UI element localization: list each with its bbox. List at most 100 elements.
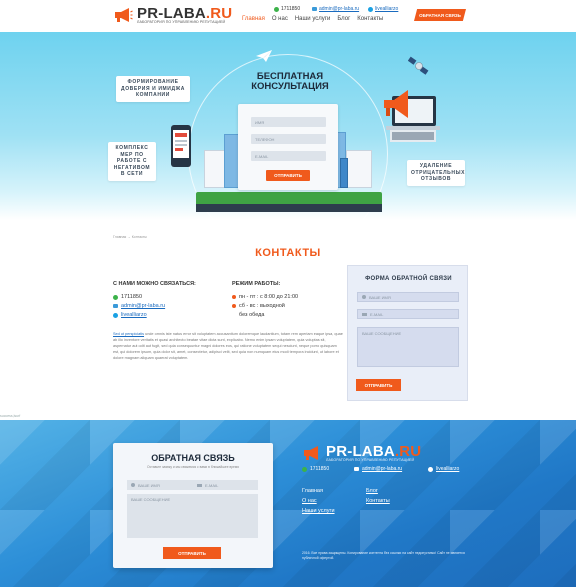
building <box>346 150 372 188</box>
hero-name-input[interactable]: ИМЯ <box>251 117 326 127</box>
mail-icon <box>113 304 118 308</box>
nav-about[interactable]: О нас <box>272 16 288 22</box>
footer-form-title: ОБРАТНАЯ СВЯЗЬ <box>151 453 235 463</box>
header-email-link[interactable]: admin@pr-laba.ru <box>319 6 359 12</box>
hours-weekend-text: сб - вс : выходной <box>239 303 285 309</box>
hours-lunch-text: без обеда <box>239 312 265 318</box>
footer-phone-text: 1711850 <box>310 466 330 472</box>
header-phone: 1711850 <box>274 6 300 12</box>
footer-skype[interactable]: livealliarzo <box>428 466 459 472</box>
feedback-submit-button[interactable]: ОТПРАВИТЬ <box>356 379 401 391</box>
nav-contacts[interactable]: Контакты <box>357 16 383 22</box>
paper-plane-icon <box>256 50 272 62</box>
hours-weekdays-text: пн - пт : с 8:00 до 21:00 <box>239 294 299 300</box>
skype-icon <box>428 466 433 472</box>
footer-form-subtitle: Оставьте заявку и мы свяжемся с вами в б… <box>147 465 239 469</box>
hero-road <box>196 204 382 212</box>
bubble-negative-work: КОМПЛЕКС МЕР ПО РАБОТЕ С НЕГАТИВОМ В СЕТ… <box>108 142 156 181</box>
footer-nav-services[interactable]: Наши услуги <box>302 508 335 514</box>
phone-icon <box>113 294 118 300</box>
satellite-icon <box>408 56 429 75</box>
mail-icon <box>312 7 317 11</box>
bubble-trust-image: ФОРМИРОВАНИЕ ДОВЕРИЯ И ИМИДЖА КОМПАНИИ <box>116 76 190 102</box>
site-footer <box>0 420 576 587</box>
contact-email-link[interactable]: admin@pr-laba.ru <box>121 303 165 309</box>
phone-icon <box>302 466 307 472</box>
mail-icon <box>197 483 202 487</box>
footer-skype-link[interactable]: livealliarzo <box>436 466 459 472</box>
header-email[interactable]: admin@pr-laba.ru <box>312 6 359 12</box>
bullet-icon <box>232 295 236 299</box>
bullet-icon <box>232 304 236 308</box>
nav-blog[interactable]: Блог <box>337 16 350 22</box>
feedback-email-input[interactable]: E-MAIL <box>357 309 459 319</box>
hero-title: БЕСПЛАТНАЯ КОНСУЛЬТАЦИЯ <box>251 71 329 92</box>
footer-message-input[interactable]: ВАШЕ СООБЩЕНИЕ <box>127 494 258 538</box>
hero-banner: БЕСПЛАТНАЯ КОНСУЛЬТАЦИЯ ФОРМИРОВАНИЕ ДОВ… <box>0 32 576 220</box>
skype-icon <box>113 312 118 318</box>
smartphone-icon <box>171 125 191 167</box>
hero-submit-button[interactable]: ОТПРАВИТЬ <box>266 170 310 181</box>
footer-submit-button[interactable]: ОТПРАВИТЬ <box>163 547 221 559</box>
hero-consult-form: ИМЯ ТЕЛЕФОН E-MAIL ОТПРАВИТЬ <box>238 104 338 190</box>
footer-name-placeholder: ВАШЕ ИМЯ <box>138 482 160 488</box>
feedback-message-input[interactable]: ВАШЕ СООБЩЕНИЕ <box>357 327 459 367</box>
skype-icon <box>368 6 373 12</box>
contact-email[interactable]: admin@pr-laba.ru <box>113 303 165 309</box>
footer-nav-contacts[interactable]: Контакты <box>366 498 390 504</box>
user-icon <box>131 483 135 487</box>
building <box>340 158 348 188</box>
contacts-description: Sed ut perspiciatis unde omnis iste natu… <box>113 331 343 361</box>
megaphone-icon <box>304 446 318 460</box>
footer-nav-about[interactable]: О нас <box>302 498 317 504</box>
description-text: unde omnis iste natus error sit voluptat… <box>113 332 343 360</box>
mail-icon <box>362 312 367 316</box>
contact-label: С НАМИ МОЖНО СВЯЗАТЬСЯ: <box>113 281 196 287</box>
header-skype[interactable]: livealliarzo <box>368 6 398 12</box>
nav-services[interactable]: Наши услуги <box>295 16 330 22</box>
bubble-remove-reviews: УДАЛЕНИЕ ОТРИЦАТЕЛЬНЫХ ОТЗЫВОВ <box>407 160 465 186</box>
hours-weekdays: пн - пт : с 8:00 до 21:00 <box>232 294 298 300</box>
description-link[interactable]: Sed ut perspiciatis <box>113 332 144 336</box>
megaphone-icon <box>115 8 133 22</box>
hours-weekend: сб - вс : выходной <box>232 303 285 309</box>
site-header: PR-LABA.RU ЛАБОРАТОРИЯ ПО УПРАВЛЕНИЮ РЕП… <box>0 0 576 32</box>
feedback-cta-button[interactable]: ОБРАТНАЯ СВЯЗЬ <box>414 9 466 21</box>
footer-nav-blog[interactable]: Блог <box>366 488 378 494</box>
feedback-form-title: ФОРМА ОБРАТНОЙ СВЯЗИ <box>365 276 452 282</box>
contact-skype[interactable]: livealliarzo <box>113 312 147 318</box>
footer-email-input[interactable]: E-MAIL <box>193 480 258 490</box>
hours-lunch: без обеда <box>239 312 264 318</box>
footer-email-link[interactable]: admin@pr-laba.ru <box>362 466 402 472</box>
contact-phone: 1711850 <box>113 294 142 300</box>
footer-copyright: 2016. Все права защищены. Копирование ко… <box>302 551 465 560</box>
footer-phone: 1711850 <box>302 466 329 472</box>
user-icon <box>362 295 366 299</box>
laptop-megaphone-illustration <box>384 90 440 142</box>
header-skype-link[interactable]: livealliarzo <box>375 6 398 12</box>
footer-logo-subtitle: ЛАБОРАТОРИЯ ПО УПРАВЛЕНИЮ РЕПУТАЦИЕЙ <box>326 458 415 462</box>
hero-email-input[interactable]: E-MAIL <box>251 151 326 161</box>
logo-subtitle: ЛАБОРАТОРИЯ ПО УПРАВЛЕНИЮ РЕПУТАЦИЕЙ <box>137 20 226 24</box>
breadcrumb[interactable]: Главная → Контакты <box>113 235 147 239</box>
contact-skype-link[interactable]: livealliarzo <box>121 312 147 318</box>
feedback-form: ФОРМА ОБРАТНОЙ СВЯЗИ ВАШЕ ИМЯ E-MAIL ВАШ… <box>347 265 468 401</box>
feedback-email-placeholder: E-MAIL <box>370 311 384 317</box>
footer-feedback-form: ОБРАТНАЯ СВЯЗЬ Оставьте заявку и мы свяж… <box>113 443 273 568</box>
footer-email-placeholder: E-MAIL <box>205 482 219 488</box>
status-note: success,lsurf <box>0 414 21 418</box>
mail-icon <box>354 467 359 471</box>
feedback-name-placeholder: ВАШЕ ИМЯ <box>369 294 391 300</box>
footer-name-input[interactable]: ВАШЕ ИМЯ <box>127 480 193 490</box>
phone-icon <box>274 6 279 12</box>
contact-phone-text: 1711850 <box>121 294 143 300</box>
page-title: КОНТАКТЫ <box>255 247 321 259</box>
feedback-name-input[interactable]: ВАШЕ ИМЯ <box>357 292 459 302</box>
hours-label: РЕЖИМ РАБОТЫ: <box>232 281 281 287</box>
hero-phone-input[interactable]: ТЕЛЕФОН <box>251 134 326 144</box>
nav-home[interactable]: Главная <box>242 16 265 22</box>
main-nav: Главная О нас Наши услуги Блог Контакты <box>242 16 383 22</box>
footer-nav-home[interactable]: Главная <box>302 488 323 494</box>
header-phone-text: 1711850 <box>281 6 301 12</box>
footer-email[interactable]: admin@pr-laba.ru <box>354 466 402 472</box>
